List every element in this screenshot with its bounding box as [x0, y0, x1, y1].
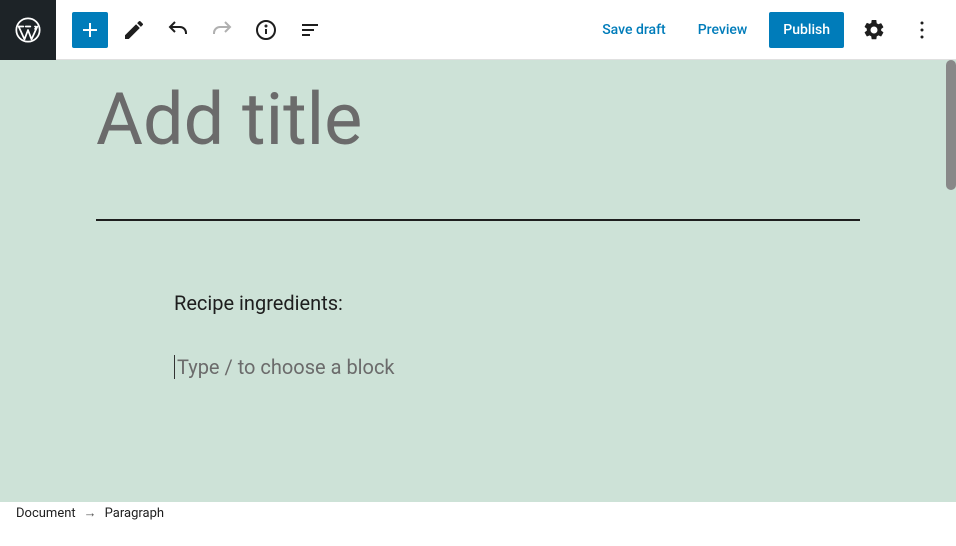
preview-button[interactable]: Preview	[688, 16, 758, 44]
block-breadcrumb: Document → Paragraph	[0, 502, 956, 524]
wordpress-logo[interactable]	[0, 0, 56, 60]
toolbar-right-group: Save draft Preview Publish	[592, 12, 956, 48]
save-draft-button[interactable]: Save draft	[592, 16, 676, 44]
breadcrumb-current[interactable]: Paragraph	[105, 506, 164, 521]
editor-canvas: Add title Recipe ingredients: Type / to …	[0, 60, 956, 524]
undo-button[interactable]	[160, 12, 196, 48]
vertical-scrollbar[interactable]	[946, 60, 956, 190]
info-button[interactable]	[248, 12, 284, 48]
paragraph-block[interactable]: Recipe ingredients:	[174, 291, 782, 315]
separator-block[interactable]	[96, 219, 860, 221]
publish-button[interactable]: Publish	[769, 12, 844, 48]
arrow-right-icon: →	[84, 505, 97, 521]
top-toolbar: Save draft Preview Publish	[0, 0, 956, 60]
outline-button[interactable]	[292, 12, 328, 48]
more-options-button[interactable]	[904, 12, 940, 48]
add-block-button[interactable]	[72, 12, 108, 48]
toolbar-left-group	[56, 12, 328, 48]
redo-button[interactable]	[204, 12, 240, 48]
settings-button[interactable]	[856, 12, 892, 48]
post-title-input[interactable]: Add title	[96, 80, 860, 159]
edit-mode-button[interactable]	[116, 12, 152, 48]
breadcrumb-root[interactable]: Document	[16, 506, 76, 521]
block-appender[interactable]: Type / to choose a block	[174, 355, 782, 379]
